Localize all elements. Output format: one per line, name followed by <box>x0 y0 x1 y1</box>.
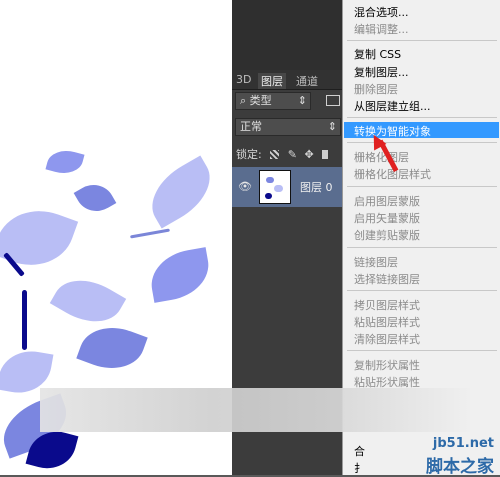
panel-tabs: 3D 图层 通道 <box>232 70 350 90</box>
menu-separator <box>347 117 497 118</box>
menu-separator <box>347 290 497 291</box>
menu-item-paste-layer-style[interactable]: 粘贴图层样式 <box>354 314 420 330</box>
menu-item-partial[interactable]: 扌 <box>354 460 365 476</box>
menu-item-enable-layer-mask[interactable]: 启用图层蒙版 <box>354 193 420 209</box>
watermark-name: 脚本之家 <box>426 457 494 477</box>
leaf-shape <box>73 177 117 219</box>
panel-top-area <box>232 0 350 70</box>
blend-mode-label: 正常 <box>240 120 262 133</box>
menu-item-enable-vector-mask[interactable]: 启用矢量蒙版 <box>354 210 420 226</box>
stem-line <box>130 228 170 239</box>
menu-item-copy-layer-style[interactable]: 拷贝图层样式 <box>354 297 420 313</box>
image-filter-icon[interactable] <box>326 95 340 106</box>
menu-item-clear-layer-style[interactable]: 清除图层样式 <box>354 331 420 347</box>
chevron-down-icon: ⇕ <box>327 120 337 133</box>
menu-separator <box>347 186 497 187</box>
leaf-shape <box>45 146 85 178</box>
leaf-shape <box>139 155 223 229</box>
blend-mode-select[interactable]: 正常 ⇕ <box>235 118 341 136</box>
layer-name: 图层 0 <box>300 181 333 194</box>
menu-item-duplicate-layer[interactable]: 复制图层... <box>354 64 409 80</box>
menu-item-delete-layer[interactable]: 删除图层 <box>354 81 398 97</box>
tab-channels[interactable]: 通道 <box>296 73 318 89</box>
menu-item-link-layers[interactable]: 链接图层 <box>354 254 398 270</box>
menu-item-group-from-layers[interactable]: 从图层建立组... <box>354 98 431 114</box>
chevron-down-icon: ⇕ <box>297 94 307 107</box>
lock-transparent-icon[interactable] <box>270 150 280 159</box>
search-icon: ⌕ <box>240 94 250 107</box>
stem-line <box>22 290 27 350</box>
menu-separator <box>347 40 497 41</box>
menu-item-create-clipping-mask[interactable]: 创建剪贴蒙版 <box>354 227 420 243</box>
tab-layers[interactable]: 图层 <box>258 73 286 89</box>
layer-kind-filter[interactable]: ⌕ 类型 ⇕ <box>235 92 311 110</box>
lock-icon[interactable] <box>322 150 329 159</box>
eye-icon[interactable]: 👁 <box>238 180 252 193</box>
menu-item-copy-css[interactable]: 复制 CSS <box>354 46 401 62</box>
layer-row[interactable]: 👁 图层 0 <box>232 167 350 207</box>
menu-item-convert-smart-object[interactable]: 转换为智能对象 <box>354 123 431 139</box>
menu-item-blending-options[interactable]: 混合选项... <box>354 4 409 20</box>
leaf-shape <box>76 317 148 379</box>
leaf-shape <box>146 247 214 303</box>
menu-item-rasterize-layer[interactable]: 栅格化图层 <box>354 149 409 165</box>
menu-item-copy-shape-attributes[interactable]: 复制形状属性 <box>354 357 420 373</box>
watermark-site: jb51.net <box>432 436 494 451</box>
menu-item-merge[interactable]: 合 <box>354 443 365 459</box>
tab-3d[interactable]: 3D <box>236 73 251 86</box>
lock-label: 锁定: <box>236 148 262 161</box>
menu-item-select-linked-layers[interactable]: 选择链接图层 <box>354 271 420 287</box>
lock-row: 锁定: ✎ ✥ <box>236 146 329 162</box>
kind-filter-label: 类型 <box>249 94 272 107</box>
move-icon[interactable]: ✥ <box>304 148 313 161</box>
blurred-overlay <box>40 388 470 432</box>
menu-separator <box>347 350 497 351</box>
menu-separator <box>347 247 497 248</box>
brush-icon[interactable]: ✎ <box>288 148 297 161</box>
leaf-shape <box>49 266 127 336</box>
menu-item-edit-adjustment[interactable]: 编辑调整... <box>354 21 409 37</box>
layer-thumbnail <box>259 170 291 204</box>
